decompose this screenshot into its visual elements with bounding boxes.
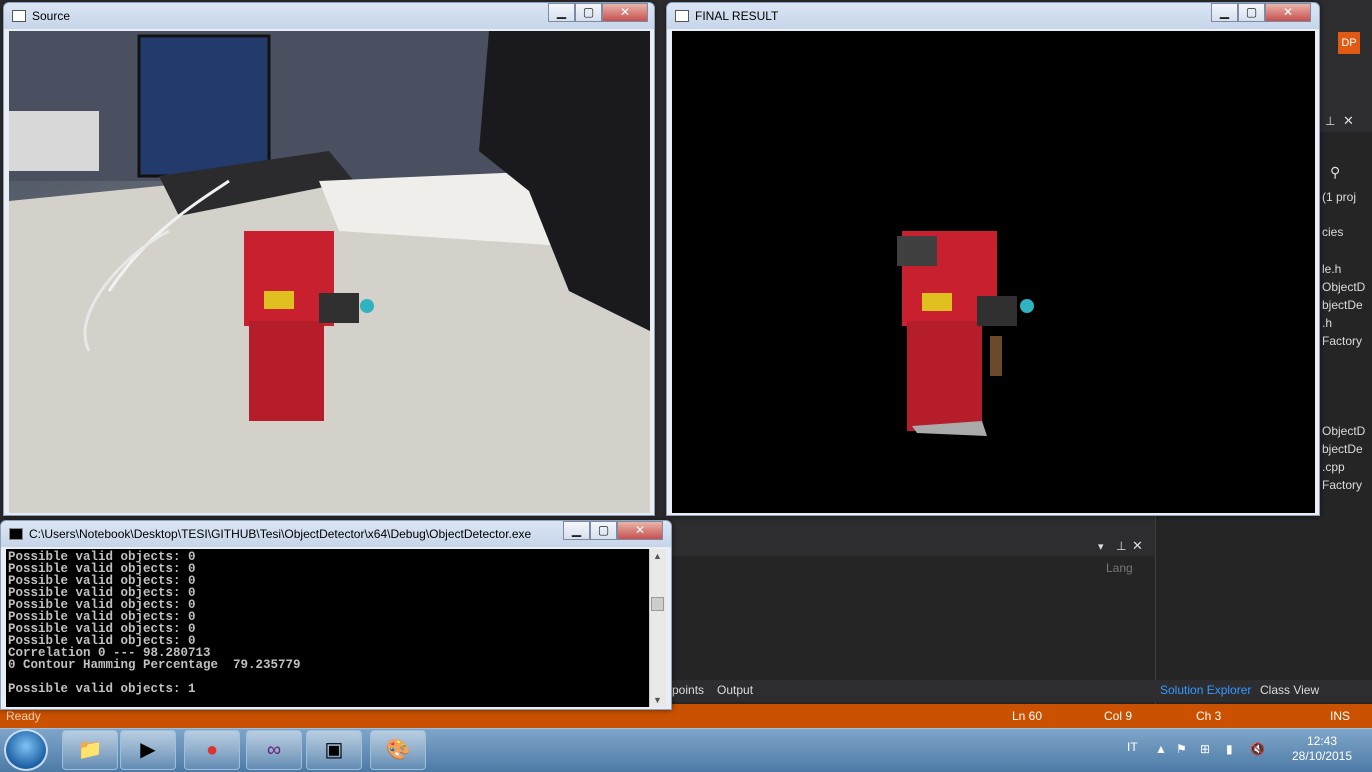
console-title-bar[interactable]: C:\Users\Notebook\Desktop\TESI\GITHUB\Te… [1, 521, 671, 547]
close-button[interactable]: ✕ [602, 3, 648, 22]
console-text: Possible valid objects: 0 Possible valid… [8, 550, 301, 696]
scrollbar-thumb[interactable] [651, 597, 664, 611]
scroll-down-icon[interactable]: ▼ [653, 695, 662, 705]
final-window-title: FINAL RESULT [695, 9, 779, 23]
final-result-window[interactable]: FINAL RESULT ▁ ▢ ✕ [666, 2, 1320, 516]
input-language[interactable]: IT [1127, 740, 1138, 754]
solution-tab-strip: Solution Explorer Class View [1155, 680, 1372, 702]
final-result-image [672, 31, 1315, 513]
visual-studio-icon[interactable]: ∞ [246, 730, 302, 770]
window-icon [675, 10, 689, 22]
solution-item[interactable]: .cpp [1322, 460, 1345, 474]
clock[interactable]: 12:43 28/10/2015 [1282, 734, 1362, 764]
tab-class-view[interactable]: Class View [1260, 683, 1319, 697]
solution-item[interactable]: cies [1322, 225, 1343, 239]
network-tray-icon[interactable]: ⊞ [1200, 742, 1210, 756]
solution-item[interactable]: ObjectD [1322, 280, 1365, 294]
minimize-button[interactable]: ▁ [1211, 3, 1238, 22]
start-button[interactable] [4, 729, 48, 771]
status-char: Ch 3 [1196, 709, 1222, 723]
maximize-button[interactable]: ▢ [590, 521, 617, 540]
clock-time: 12:43 [1306, 734, 1338, 748]
close-icon[interactable]: ✕ [1343, 113, 1354, 129]
action-center-icon[interactable]: ⚑ [1176, 742, 1187, 756]
signal-icon[interactable]: ▮ [1226, 742, 1233, 756]
segmented-object [897, 231, 1034, 436]
source-window-title: Source [32, 9, 71, 23]
source-window[interactable]: Source ▁ ▢ ✕ [3, 2, 655, 516]
user-avatar[interactable]: DP [1338, 32, 1360, 54]
output-panel-header: ▾ ⊥ ✕ [672, 538, 1155, 556]
source-camera-image [9, 31, 650, 513]
source-scene [9, 31, 650, 513]
pin-icon[interactable]: ⊥ [1325, 114, 1335, 128]
console-icon [9, 528, 23, 540]
clock-date: 28/10/2015 [1291, 749, 1353, 763]
close-button[interactable]: ✕ [1265, 3, 1311, 22]
solution-item[interactable]: ObjectD [1322, 424, 1365, 438]
console-window[interactable]: C:\Users\Notebook\Desktop\TESI\GITHUB\Te… [0, 520, 672, 710]
paint-icon[interactable]: 🎨 [370, 730, 426, 770]
folder-icon[interactable]: 📁 [62, 730, 118, 770]
final-title-bar[interactable]: FINAL RESULT ▁ ▢ ✕ [667, 3, 1319, 29]
status-line: Ln 60 [1012, 709, 1043, 723]
chrome-icon[interactable]: ● [184, 730, 240, 770]
minimize-button[interactable]: ▁ [548, 3, 575, 22]
source-title-bar[interactable]: Source ▁ ▢ ✕ [4, 3, 654, 29]
maximize-button[interactable]: ▢ [575, 3, 602, 22]
dropdown-icon[interactable]: ▾ [1098, 540, 1104, 553]
maximize-button[interactable]: ▢ [1238, 3, 1265, 22]
solution-item[interactable]: bjectDe [1322, 442, 1363, 456]
close-icon[interactable]: ✕ [1132, 538, 1143, 554]
search-icon[interactable]: ⚲ [1330, 164, 1340, 181]
pin-icon[interactable]: ⊥ [1116, 539, 1126, 553]
solution-item[interactable]: (1 proj [1322, 190, 1356, 204]
tab-solution-explorer[interactable]: Solution Explorer [1160, 683, 1251, 697]
tab-breakpoints[interactable]: points [672, 683, 704, 697]
volume-muted-icon[interactable]: 🔇 [1250, 742, 1265, 756]
console-output[interactable]: Possible valid objects: 0 Possible valid… [6, 549, 649, 707]
close-button[interactable]: ✕ [617, 521, 663, 540]
solution-item[interactable]: le.h [1322, 262, 1341, 276]
solution-item[interactable]: bjectDe [1322, 298, 1363, 312]
media-player-icon[interactable]: ▶ [120, 730, 176, 770]
tab-output[interactable]: Output [717, 683, 753, 697]
tray-expand-icon[interactable]: ▲ [1155, 742, 1167, 756]
console-window-title: C:\Users\Notebook\Desktop\TESI\GITHUB\Te… [29, 527, 532, 541]
status-column: Col 9 [1104, 709, 1133, 723]
solution-item[interactable]: Factory [1322, 478, 1362, 492]
window-icon [12, 10, 26, 22]
minimize-button[interactable]: ▁ [563, 521, 590, 540]
window-app-icon[interactable]: ▣ [306, 730, 362, 770]
console-scrollbar[interactable]: ▲ ▼ [649, 549, 666, 707]
solution-item[interactable]: .h [1322, 316, 1332, 330]
status-insert-mode: INS [1330, 709, 1351, 723]
status-ready: Ready [6, 709, 41, 723]
solution-item[interactable]: Factory [1322, 334, 1362, 348]
bottom-tab-strip: points Output [672, 680, 1155, 702]
scroll-up-icon[interactable]: ▲ [653, 551, 662, 561]
lang-column-label: Lang [1106, 561, 1133, 575]
